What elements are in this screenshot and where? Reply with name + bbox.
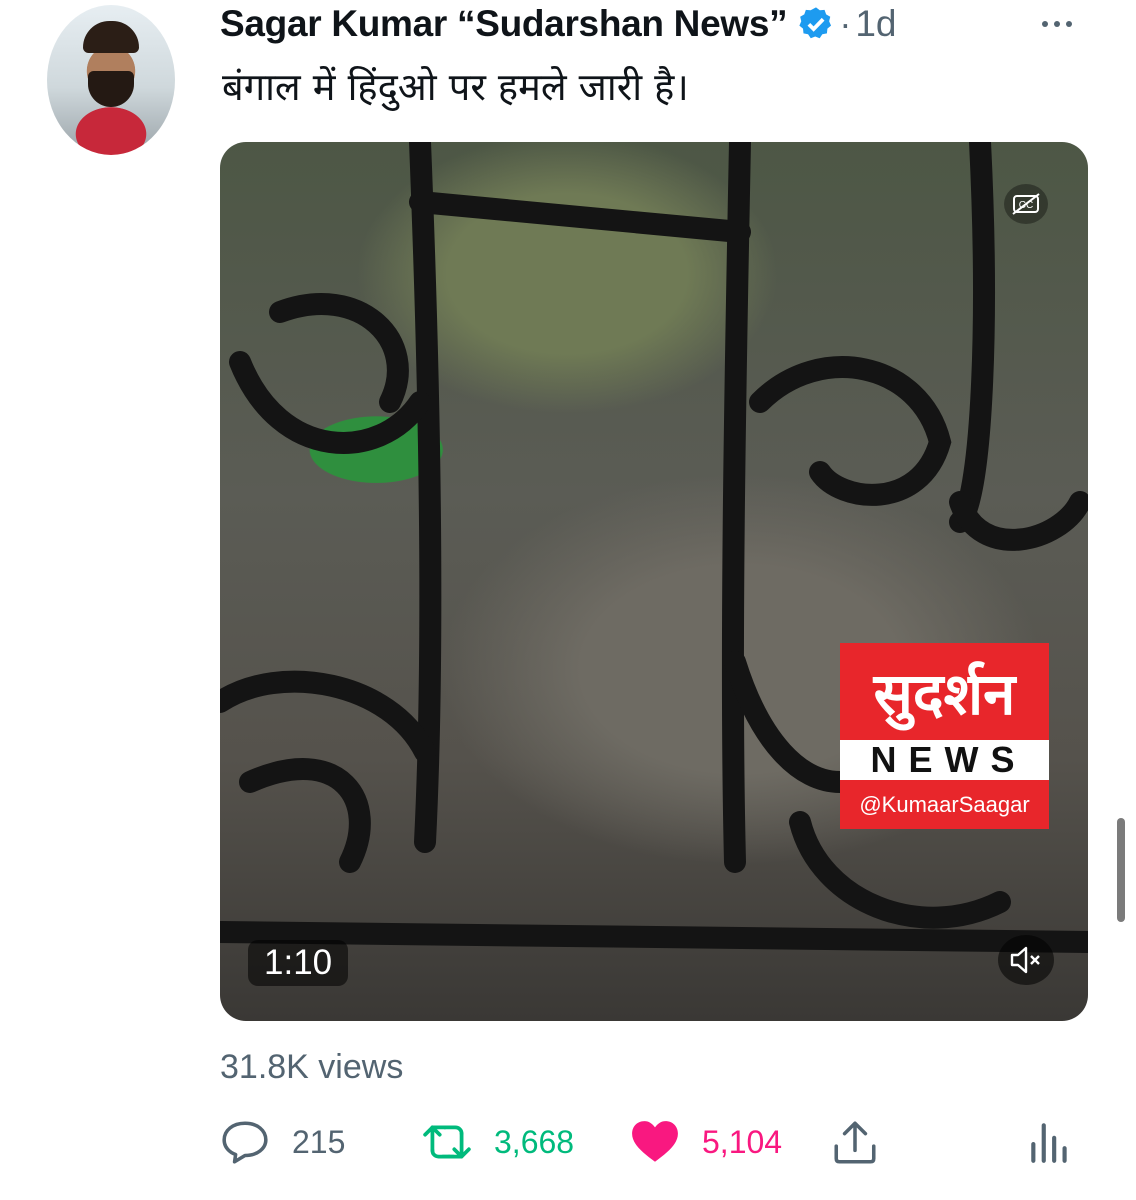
svg-text:CC: CC (1019, 200, 1033, 211)
more-dot (1042, 21, 1048, 27)
header-separator: · (839, 3, 852, 44)
video-player[interactable]: CC सुदर्शन NEWS @KumaarSaagar (220, 142, 1088, 1021)
reply-icon (222, 1121, 268, 1164)
author-avatar[interactable] (47, 5, 175, 155)
tweet-actions: 215 3,668 5,104 (220, 1116, 1080, 1168)
like-count: 5,104 (702, 1123, 783, 1160)
video-duration: 1:10 (248, 940, 349, 986)
retweet-count: 3,668 (494, 1123, 575, 1160)
analytics-button[interactable] (1025, 1116, 1097, 1168)
logo-title: सुदर्शन (840, 643, 1049, 740)
author-name[interactable]: Sagar Kumar “Sudarshan News” (220, 3, 788, 45)
retweet-icon (423, 1125, 471, 1159)
captions-toggle-icon[interactable]: CC (1004, 184, 1048, 224)
tweet-timestamp[interactable]: 1d (855, 3, 896, 45)
logo-handle: @KumaarSaagar (840, 780, 1049, 829)
like-button[interactable]: 5,104 (630, 1116, 782, 1168)
channel-logo: सुदर्शन NEWS @KumaarSaagar (840, 643, 1049, 829)
share-icon (834, 1121, 876, 1164)
mute-toggle-button[interactable] (998, 935, 1054, 985)
page-scrollbar[interactable] (1117, 818, 1125, 922)
verified-badge-icon (799, 7, 832, 39)
analytics-icon (1031, 1123, 1067, 1163)
share-button[interactable] (830, 1116, 902, 1168)
view-count: 31.8K views (220, 1048, 404, 1086)
avatar-hair (83, 21, 139, 53)
more-options-icon[interactable] (1042, 10, 1086, 38)
more-dot (1054, 21, 1060, 27)
tweet-text: बंगाल में हिंदुओ पर हमले जारी है। (222, 65, 689, 109)
logo-news: NEWS (840, 739, 1049, 780)
reply-count: 215 (292, 1123, 346, 1160)
retweet-button[interactable]: 3,668 (422, 1116, 574, 1168)
window-grille (220, 142, 1088, 953)
reply-button[interactable]: 215 (220, 1116, 345, 1168)
avatar-beard (88, 71, 134, 107)
heart-filled-icon (632, 1121, 678, 1162)
captions-off-icon: CC (1012, 193, 1040, 215)
tweet-header: Sagar Kumar “Sudarshan News” · 1d (220, 2, 897, 46)
more-dot (1066, 21, 1072, 27)
speaker-muted-icon (1010, 946, 1040, 974)
